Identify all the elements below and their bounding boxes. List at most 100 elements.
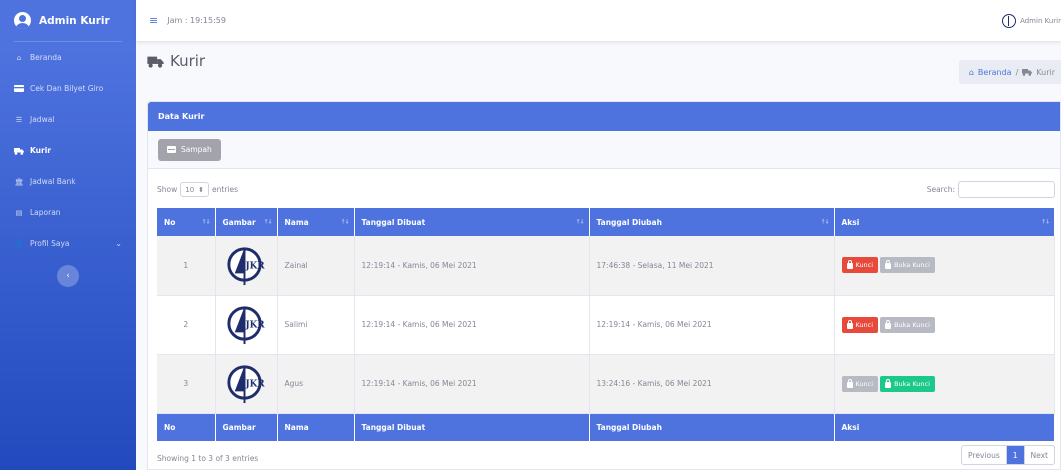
sidebar-item-label: Cek Dan Bilyet Giro — [30, 84, 104, 93]
user-circle-icon — [14, 12, 31, 29]
cell-gambar: JKR — [215, 236, 278, 296]
sidebar-item-kurir[interactable]: Kurir — [0, 135, 136, 166]
cell-diubah: 12:19:14 - Kamis, 06 Mei 2021 — [589, 295, 835, 355]
cell-diubah: 17:46:38 - Selasa, 11 Mei 2021 — [589, 236, 835, 296]
cell-gambar: JKR — [215, 295, 278, 355]
sidebar-item-jadwal[interactable]: ☰ Jadwal — [0, 104, 136, 135]
sidebar-item-beranda[interactable]: ⌂ Beranda — [0, 42, 136, 73]
home-icon: ⌂ — [16, 53, 22, 62]
sidebar-item-cek-giro[interactable]: Cek Dan Bilyet Giro — [0, 73, 136, 104]
menu-icon[interactable]: ≡ — [149, 14, 158, 27]
sort-icon: ↑↓ — [1040, 218, 1050, 226]
column-header-nama[interactable]: Nama ↑↓ — [277, 208, 355, 236]
file-icon: ▤ — [15, 208, 23, 217]
sort-icon: ↑↓ — [263, 218, 272, 226]
previous-button[interactable]: Previous — [962, 446, 1007, 464]
page-length-value: 10 — [185, 185, 195, 194]
cell-dibuat: 12:19:14 - Kamis, 06 Mei 2021 — [354, 236, 590, 296]
entries-label: entries — [212, 185, 239, 194]
column-header-no[interactable]: No ↑↓ — [157, 208, 216, 236]
unlock-icon — [885, 378, 892, 388]
sidebar-item-label: Jadwal Bank — [30, 177, 76, 186]
truck-icon — [1022, 69, 1033, 76]
breadcrumb: ⌂ Beranda / Kurir — [958, 60, 1061, 84]
topbar: ≡ Jam : 19:15:59 Admin Kurir — [136, 0, 1061, 41]
courier-logo-image: JKR — [226, 306, 265, 345]
unlock-button[interactable]: Buka Kunci — [880, 257, 935, 274]
user-menu[interactable]: Admin Kurir — [1002, 13, 1061, 28]
search-input[interactable] — [958, 181, 1055, 198]
cell-nama: Salimi — [277, 295, 355, 355]
unlock-button[interactable]: Buka Kunci — [880, 316, 935, 333]
unlock-button-label: Buka Kunci — [894, 261, 930, 270]
courier-logo-image: JKR — [226, 247, 265, 285]
sidebar-brand[interactable]: Admin Kurir — [0, 0, 136, 41]
user-name: Admin Kurir — [1020, 16, 1061, 25]
table-row: 2 JKR Salimi 12:19:14 - Kamis, 06 Mei 20… — [157, 295, 1055, 355]
footer-no: No — [157, 413, 216, 441]
breadcrumb-current: Kurir — [1036, 67, 1055, 77]
column-header-aksi[interactable]: Aksi ↑↓ — [834, 208, 1055, 236]
card-icon — [14, 85, 24, 93]
cell-nama: Agus — [277, 354, 355, 414]
chevron-left-icon: ‹ — [66, 271, 70, 281]
table-controls: Show 10 ⬍ entries Search: — [157, 181, 1055, 198]
table-row: 1 JKR Zainal 12:19:14 - Kamis, 06 Mei 20… — [157, 236, 1055, 296]
sort-icon: ↑↓ — [340, 218, 349, 226]
sort-icon: ↑↓ — [575, 218, 584, 226]
cell-no: 1 — [157, 236, 216, 296]
breadcrumb-separator: / — [1015, 67, 1019, 77]
lock-icon — [846, 260, 853, 270]
column-header-tanggal-dibuat[interactable]: Tanggal Dibuat ↑↓ — [354, 208, 590, 236]
next-button[interactable]: Next — [1025, 446, 1054, 464]
list-icon: ☰ — [15, 115, 23, 124]
lock-button[interactable]: Kunci — [841, 316, 879, 333]
search-box: Search: — [927, 181, 1055, 198]
footer-tanggal-diubah: Tanggal Diubah — [589, 413, 835, 441]
sidebar-item-profil[interactable]: 👤 Profil Saya ⌄ — [0, 228, 136, 259]
cell-no: 2 — [157, 295, 216, 355]
chevron-down-icon: ⌄ — [115, 239, 122, 248]
page-length-select[interactable]: 10 ⬍ — [180, 182, 210, 197]
page-1-button[interactable]: 1 — [1006, 446, 1025, 464]
footer-aksi: Aksi — [834, 413, 1055, 441]
lock-button-label: Kunci — [855, 320, 874, 329]
sidebar-toggle-button[interactable]: ‹ — [57, 265, 79, 287]
lock-button[interactable]: Kunci — [841, 375, 879, 392]
unlock-icon — [885, 260, 892, 270]
sidebar-item-label: Laporan — [30, 208, 61, 217]
brand-title: Admin Kurir — [39, 14, 110, 27]
truck-icon — [147, 56, 164, 68]
user-icon: 👤 — [14, 239, 24, 248]
svg-text:JKR: JKR — [244, 320, 265, 330]
unlock-button-label: Buka Kunci — [894, 320, 930, 329]
lock-button[interactable]: Kunci — [841, 257, 879, 274]
cell-diubah: 13:24:16 - Kamis, 06 Mei 2021 — [589, 354, 835, 414]
sidebar: Admin Kurir ⌂ Beranda Cek Dan Bilyet Gir… — [0, 0, 136, 470]
pagination: Previous 1 Next — [961, 445, 1055, 465]
courier-logo-image: JKR — [226, 365, 265, 404]
page-title: Kurir — [147, 52, 205, 70]
search-label: Search: — [926, 185, 955, 194]
breadcrumb-home-link[interactable]: Beranda — [978, 68, 1012, 77]
sort-arrows-icon: ⬍ — [198, 185, 205, 194]
table-footer-row: No Gambar Nama Tanggal Dibuat Tanggal Di… — [157, 413, 1055, 441]
table-row: 3 JKR Agus 12:19:14 - Kamis, 06 Mei 2021… — [157, 354, 1055, 414]
sidebar-nav: ⌂ Beranda Cek Dan Bilyet Giro ☰ Jadwal K… — [0, 42, 136, 259]
sidebar-item-jadwal-bank[interactable]: 🏛 Jadwal Bank — [0, 166, 136, 197]
cell-dibuat: 12:19:14 - Kamis, 06 Mei 2021 — [354, 295, 590, 355]
home-icon: ⌂ — [968, 67, 974, 77]
unlock-button[interactable]: Buka Kunci — [880, 375, 935, 392]
sidebar-item-laporan[interactable]: ▤ Laporan — [0, 197, 136, 228]
column-header-gambar[interactable]: Gambar ↑↓ — [215, 208, 278, 236]
lock-button-label: Kunci — [855, 261, 874, 270]
column-header-tanggal-diubah[interactable]: Tanggal Diubah ↑↓ — [589, 208, 835, 236]
sort-icon: ↑↓ — [820, 218, 829, 226]
svg-text:JKR: JKR — [244, 261, 265, 271]
sidebar-item-label: Kurir — [30, 146, 51, 155]
svg-text:JKR: JKR — [244, 379, 265, 389]
sidebar-item-label: Profil Saya — [30, 239, 70, 248]
cell-gambar: JKR — [215, 354, 278, 414]
cell-aksi: Kunci Buka Kunci — [834, 236, 1055, 296]
cell-no: 3 — [157, 354, 216, 414]
